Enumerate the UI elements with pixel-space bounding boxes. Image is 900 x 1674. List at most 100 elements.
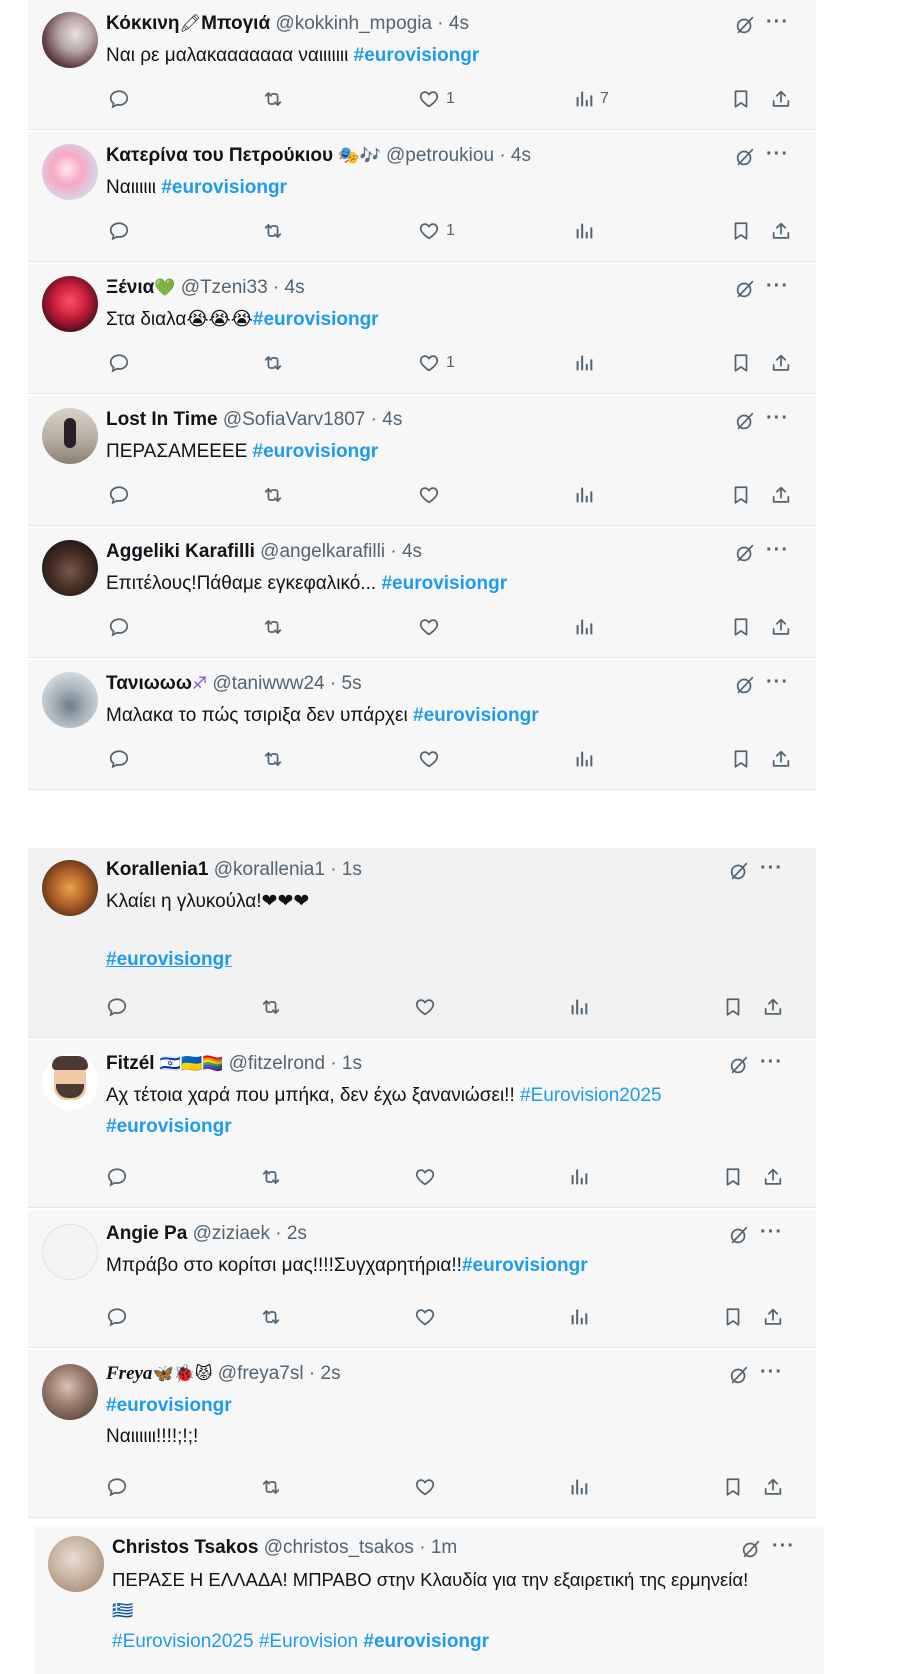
- retweet-icon[interactable]: [260, 1476, 282, 1498]
- grok-icon[interactable]: [734, 14, 756, 36]
- author-name[interactable]: Christos Tsakos: [112, 1537, 258, 1558]
- grok-icon[interactable]: [734, 146, 756, 168]
- author-handle[interactable]: @SofiaVarv1807: [223, 409, 366, 430]
- views-icon[interactable]: [573, 616, 595, 638]
- like-icon[interactable]: [418, 616, 440, 638]
- grok-icon[interactable]: [734, 410, 756, 432]
- more-icon[interactable]: ···: [760, 1362, 783, 1382]
- bookmark-icon[interactable]: [730, 616, 752, 638]
- author-name-suffix[interactable]: Μπογιά: [201, 13, 270, 34]
- avatar[interactable]: [42, 1364, 98, 1420]
- reply-icon[interactable]: [108, 616, 130, 638]
- grok-icon[interactable]: [728, 1224, 750, 1246]
- grok-icon[interactable]: [728, 860, 750, 882]
- author-handle[interactable]: @petroukiou: [386, 145, 494, 166]
- views-icon[interactable]: [573, 220, 595, 242]
- views-icon[interactable]: [568, 996, 590, 1018]
- tweet[interactable]: Κόκκινη🖍Μπογιά @kokkinh_mpogia · 4s ··· …: [28, 0, 816, 130]
- reply-icon[interactable]: [108, 88, 130, 110]
- bookmark-icon[interactable]: [730, 88, 752, 110]
- retweet-icon[interactable]: [262, 352, 284, 374]
- author-handle[interactable]: @taniwww24: [212, 673, 324, 694]
- tweet[interactable]: Κατερίνα του Πετρούκιου 🎭🎶 @petroukiou ·…: [28, 132, 816, 262]
- views-icon[interactable]: [568, 1306, 590, 1328]
- grok-icon[interactable]: [728, 1054, 750, 1076]
- author-name[interactable]: Ξένια: [106, 277, 154, 298]
- tweet[interactable]: Freya🦋🐞😾 @freya7sl · 2s ··· #eurovisiong…: [28, 1350, 816, 1518]
- bookmark-icon[interactable]: [722, 996, 744, 1018]
- tweet[interactable]: Aggeliki Karafilli @angelkarafilli · 4s …: [28, 528, 816, 658]
- author-name[interactable]: Aggeliki Karafilli: [106, 541, 255, 562]
- hashtag-link[interactable]: #Eurovision: [259, 1631, 358, 1652]
- tweet-time[interactable]: · 4s: [273, 277, 305, 298]
- author-handle[interactable]: @Tzeni33: [181, 277, 268, 298]
- retweet-icon[interactable]: [262, 220, 284, 242]
- hashtag-link[interactable]: #eurovisiongr: [253, 441, 379, 462]
- like-icon[interactable]: [418, 484, 440, 506]
- share-icon[interactable]: [770, 484, 792, 506]
- author-name[interactable]: Κατερίνα του Πετρούκιου: [106, 145, 333, 166]
- more-icon[interactable]: ···: [766, 408, 789, 428]
- like-icon[interactable]: [418, 220, 440, 242]
- more-icon[interactable]: ···: [760, 1052, 783, 1072]
- like-icon[interactable]: [418, 352, 440, 374]
- tweet-time[interactable]: · 4s: [499, 145, 531, 166]
- like-icon[interactable]: [418, 88, 440, 110]
- author-name[interactable]: Angie Pa: [106, 1223, 187, 1244]
- author-name[interactable]: Fitzél: [106, 1053, 155, 1074]
- reply-icon[interactable]: [108, 484, 130, 506]
- more-icon[interactable]: ···: [760, 858, 783, 878]
- avatar[interactable]: [48, 1536, 104, 1592]
- retweet-icon[interactable]: [262, 616, 284, 638]
- retweet-icon[interactable]: [260, 1306, 282, 1328]
- avatar[interactable]: [42, 12, 98, 68]
- more-icon[interactable]: ···: [766, 540, 789, 560]
- bookmark-icon[interactable]: [722, 1166, 744, 1188]
- like-icon[interactable]: [414, 1166, 436, 1188]
- reply-icon[interactable]: [106, 1166, 128, 1188]
- hashtag-link[interactable]: #eurovisiongr: [413, 705, 539, 726]
- tweet-time[interactable]: · 1s: [330, 1053, 362, 1074]
- share-icon[interactable]: [762, 1166, 784, 1188]
- reply-icon[interactable]: [106, 1476, 128, 1498]
- more-icon[interactable]: ···: [772, 1536, 795, 1556]
- share-icon[interactable]: [762, 1306, 784, 1328]
- hashtag-link[interactable]: #Eurovision2025: [112, 1631, 254, 1652]
- author-name[interactable]: Lost In Time: [106, 409, 218, 430]
- hashtag-link[interactable]: #eurovisiongr: [253, 309, 379, 330]
- author-name[interactable]: Korallenia1: [106, 859, 208, 880]
- views-icon[interactable]: [573, 88, 595, 110]
- hashtag-link[interactable]: #eurovisiongr: [381, 573, 507, 594]
- like-icon[interactable]: [414, 1476, 436, 1498]
- reply-icon[interactable]: [108, 220, 130, 242]
- hashtag-link[interactable]: #eurovisiongr: [106, 949, 232, 970]
- retweet-icon[interactable]: [262, 88, 284, 110]
- avatar[interactable]: [42, 1224, 98, 1280]
- hashtag-link[interactable]: #eurovisiongr: [462, 1255, 588, 1276]
- share-icon[interactable]: [770, 616, 792, 638]
- share-icon[interactable]: [770, 88, 792, 110]
- author-handle[interactable]: @fitzelrond: [229, 1053, 325, 1074]
- tweet[interactable]: Lost In Time @SofiaVarv1807 · 4s ··· ΠΕΡ…: [28, 396, 816, 526]
- hashtag-link[interactable]: #eurovisiongr: [106, 1395, 232, 1416]
- retweet-icon[interactable]: [262, 748, 284, 770]
- reply-icon[interactable]: [108, 352, 130, 374]
- hashtag-link[interactable]: #eurovisiongr: [106, 1116, 232, 1137]
- grok-icon[interactable]: [740, 1538, 762, 1560]
- like-icon[interactable]: [414, 996, 436, 1018]
- tweet[interactable]: Ξένια💚 @Tzeni33 · 4s ··· Στα διαλα😭😭😭#eu…: [28, 264, 816, 394]
- grok-icon[interactable]: [728, 1364, 750, 1386]
- more-icon[interactable]: ···: [766, 12, 789, 32]
- like-icon[interactable]: [418, 748, 440, 770]
- tweet-time[interactable]: · 2s: [309, 1363, 341, 1384]
- bookmark-icon[interactable]: [730, 748, 752, 770]
- share-icon[interactable]: [770, 352, 792, 374]
- tweet[interactable]: Angie Pa @ziziaek · 2s ··· Μπράβο στο κο…: [28, 1210, 816, 1348]
- views-icon[interactable]: [573, 484, 595, 506]
- author-name[interactable]: Κόκκινη: [106, 13, 180, 34]
- retweet-icon[interactable]: [260, 996, 282, 1018]
- grok-icon[interactable]: [734, 542, 756, 564]
- author-name[interactable]: Τανιωωω: [106, 673, 192, 694]
- hashtag-link[interactable]: #eurovisiongr: [354, 45, 480, 66]
- share-icon[interactable]: [762, 996, 784, 1018]
